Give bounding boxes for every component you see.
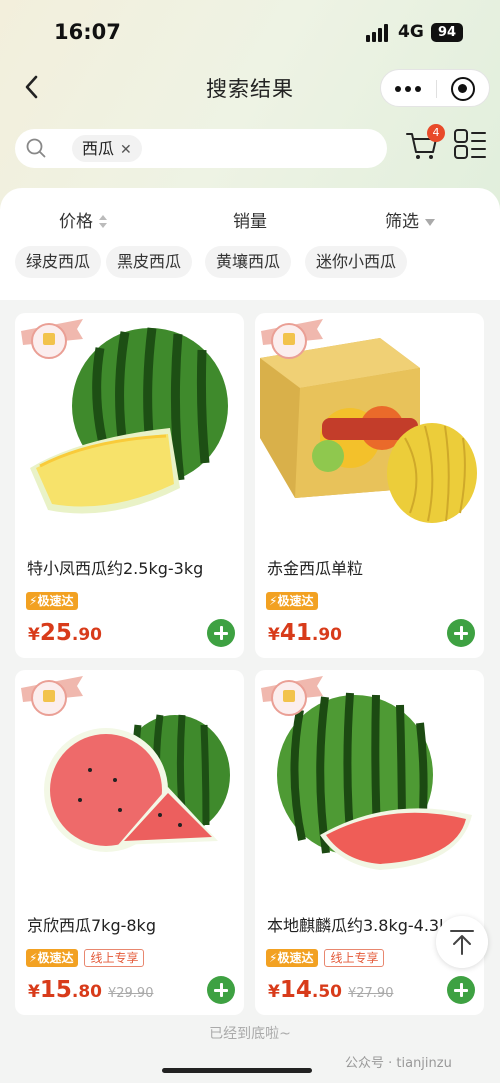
home-indicator [162,1068,312,1073]
sort-sales[interactable]: 销量 [233,207,267,232]
sort-price-label: 价格 [59,212,93,232]
signal-icon [366,24,392,42]
sort-filter-label: 筛选 [385,212,419,232]
watermark: 公众号 · tianjinzu [345,1056,452,1071]
quick-tag[interactable]: 绿皮西瓜 [15,246,102,278]
quick-tag[interactable]: 迷你小西瓜 [305,246,408,278]
filter-panel: 价格 销量 筛选 绿皮西瓜 黑皮西瓜 黄壤西瓜 迷你小西瓜 [0,188,500,300]
capsule-divider [436,80,437,98]
brand-stamp-logo [261,676,323,716]
product-title: 赤金西瓜单粒 [267,559,364,578]
product-badges: ⚡极速达 线上专享 [266,949,385,967]
clear-icon[interactable]: ✕ [120,142,132,158]
add-to-cart-button[interactable] [207,976,235,1004]
product-card[interactable]: 赤金西瓜单粒 ⚡极速达 ¥41.90 [255,313,484,658]
product-price: ¥14.50 ¥27.90 [268,977,394,1003]
online-exclusive-badge: 线上专享 [84,949,145,967]
battery-icon: 94 [431,23,463,42]
add-to-cart-button[interactable] [447,976,475,1004]
sort-price[interactable]: 价格 [59,207,107,232]
end-of-list-text: 已经到底啦~ [209,1026,291,1042]
fast-delivery-badge: ⚡极速达 [26,949,79,967]
original-price: ¥27.90 [347,986,394,1001]
funnel-icon [425,218,435,226]
brand-stamp-logo [261,319,323,359]
network-label: 4G [398,22,424,42]
brand-stamp-logo [21,319,83,359]
product-badges: ⚡极速达 [266,592,319,610]
product-price: ¥41.90 [268,620,342,646]
sort-sales-label: 销量 [233,212,267,232]
fast-delivery-badge: ⚡极速达 [266,949,319,967]
add-to-cart-button[interactable] [447,619,475,647]
product-badges: ⚡极速达 [26,592,79,610]
original-price: ¥29.90 [107,986,154,1001]
brand-stamp-logo [21,676,83,716]
product-card[interactable]: 京欣西瓜7kg-8kg ⚡极速达 线上专享 ¥15.80 ¥29.90 [15,670,244,1015]
fast-delivery-badge: ⚡极速达 [26,592,79,610]
online-exclusive-badge: 线上专享 [324,949,385,967]
search-keyword-chip[interactable]: 西瓜 ✕ [72,135,142,162]
product-card[interactable]: 特小凤西瓜约2.5kg-3kg ⚡极速达 ¥25.90 [15,313,244,658]
sort-arrows-icon [99,214,107,230]
category-grid-icon[interactable] [453,128,487,160]
product-title: 特小凤西瓜约2.5kg-3kg [27,559,204,578]
target-close-icon[interactable] [451,77,475,101]
product-title: 京欣西瓜7kg-8kg [27,916,156,935]
quick-tag[interactable]: 黄壤西瓜 [205,246,292,278]
product-price: ¥15.80 ¥29.90 [28,977,154,1003]
search-bar[interactable]: 西瓜 ✕ [15,129,387,168]
search-icon [26,138,46,158]
product-price: ¥25.90 [28,620,102,646]
add-to-cart-button[interactable] [207,619,235,647]
status-time: 16:07 [54,20,121,44]
back-to-top-icon[interactable] [436,916,488,968]
quick-tag[interactable]: 黑皮西瓜 [106,246,193,278]
sort-filter[interactable]: 筛选 [385,207,435,232]
more-dots-icon[interactable] [393,70,433,106]
product-badges: ⚡极速达 线上专享 [26,949,145,967]
fast-delivery-badge: ⚡极速达 [266,592,319,610]
search-keyword: 西瓜 [82,139,115,158]
status-bar: 16:07 4G 94 [0,0,500,60]
mini-program-capsule [380,69,490,107]
cart-count-badge: 4 [427,124,445,142]
